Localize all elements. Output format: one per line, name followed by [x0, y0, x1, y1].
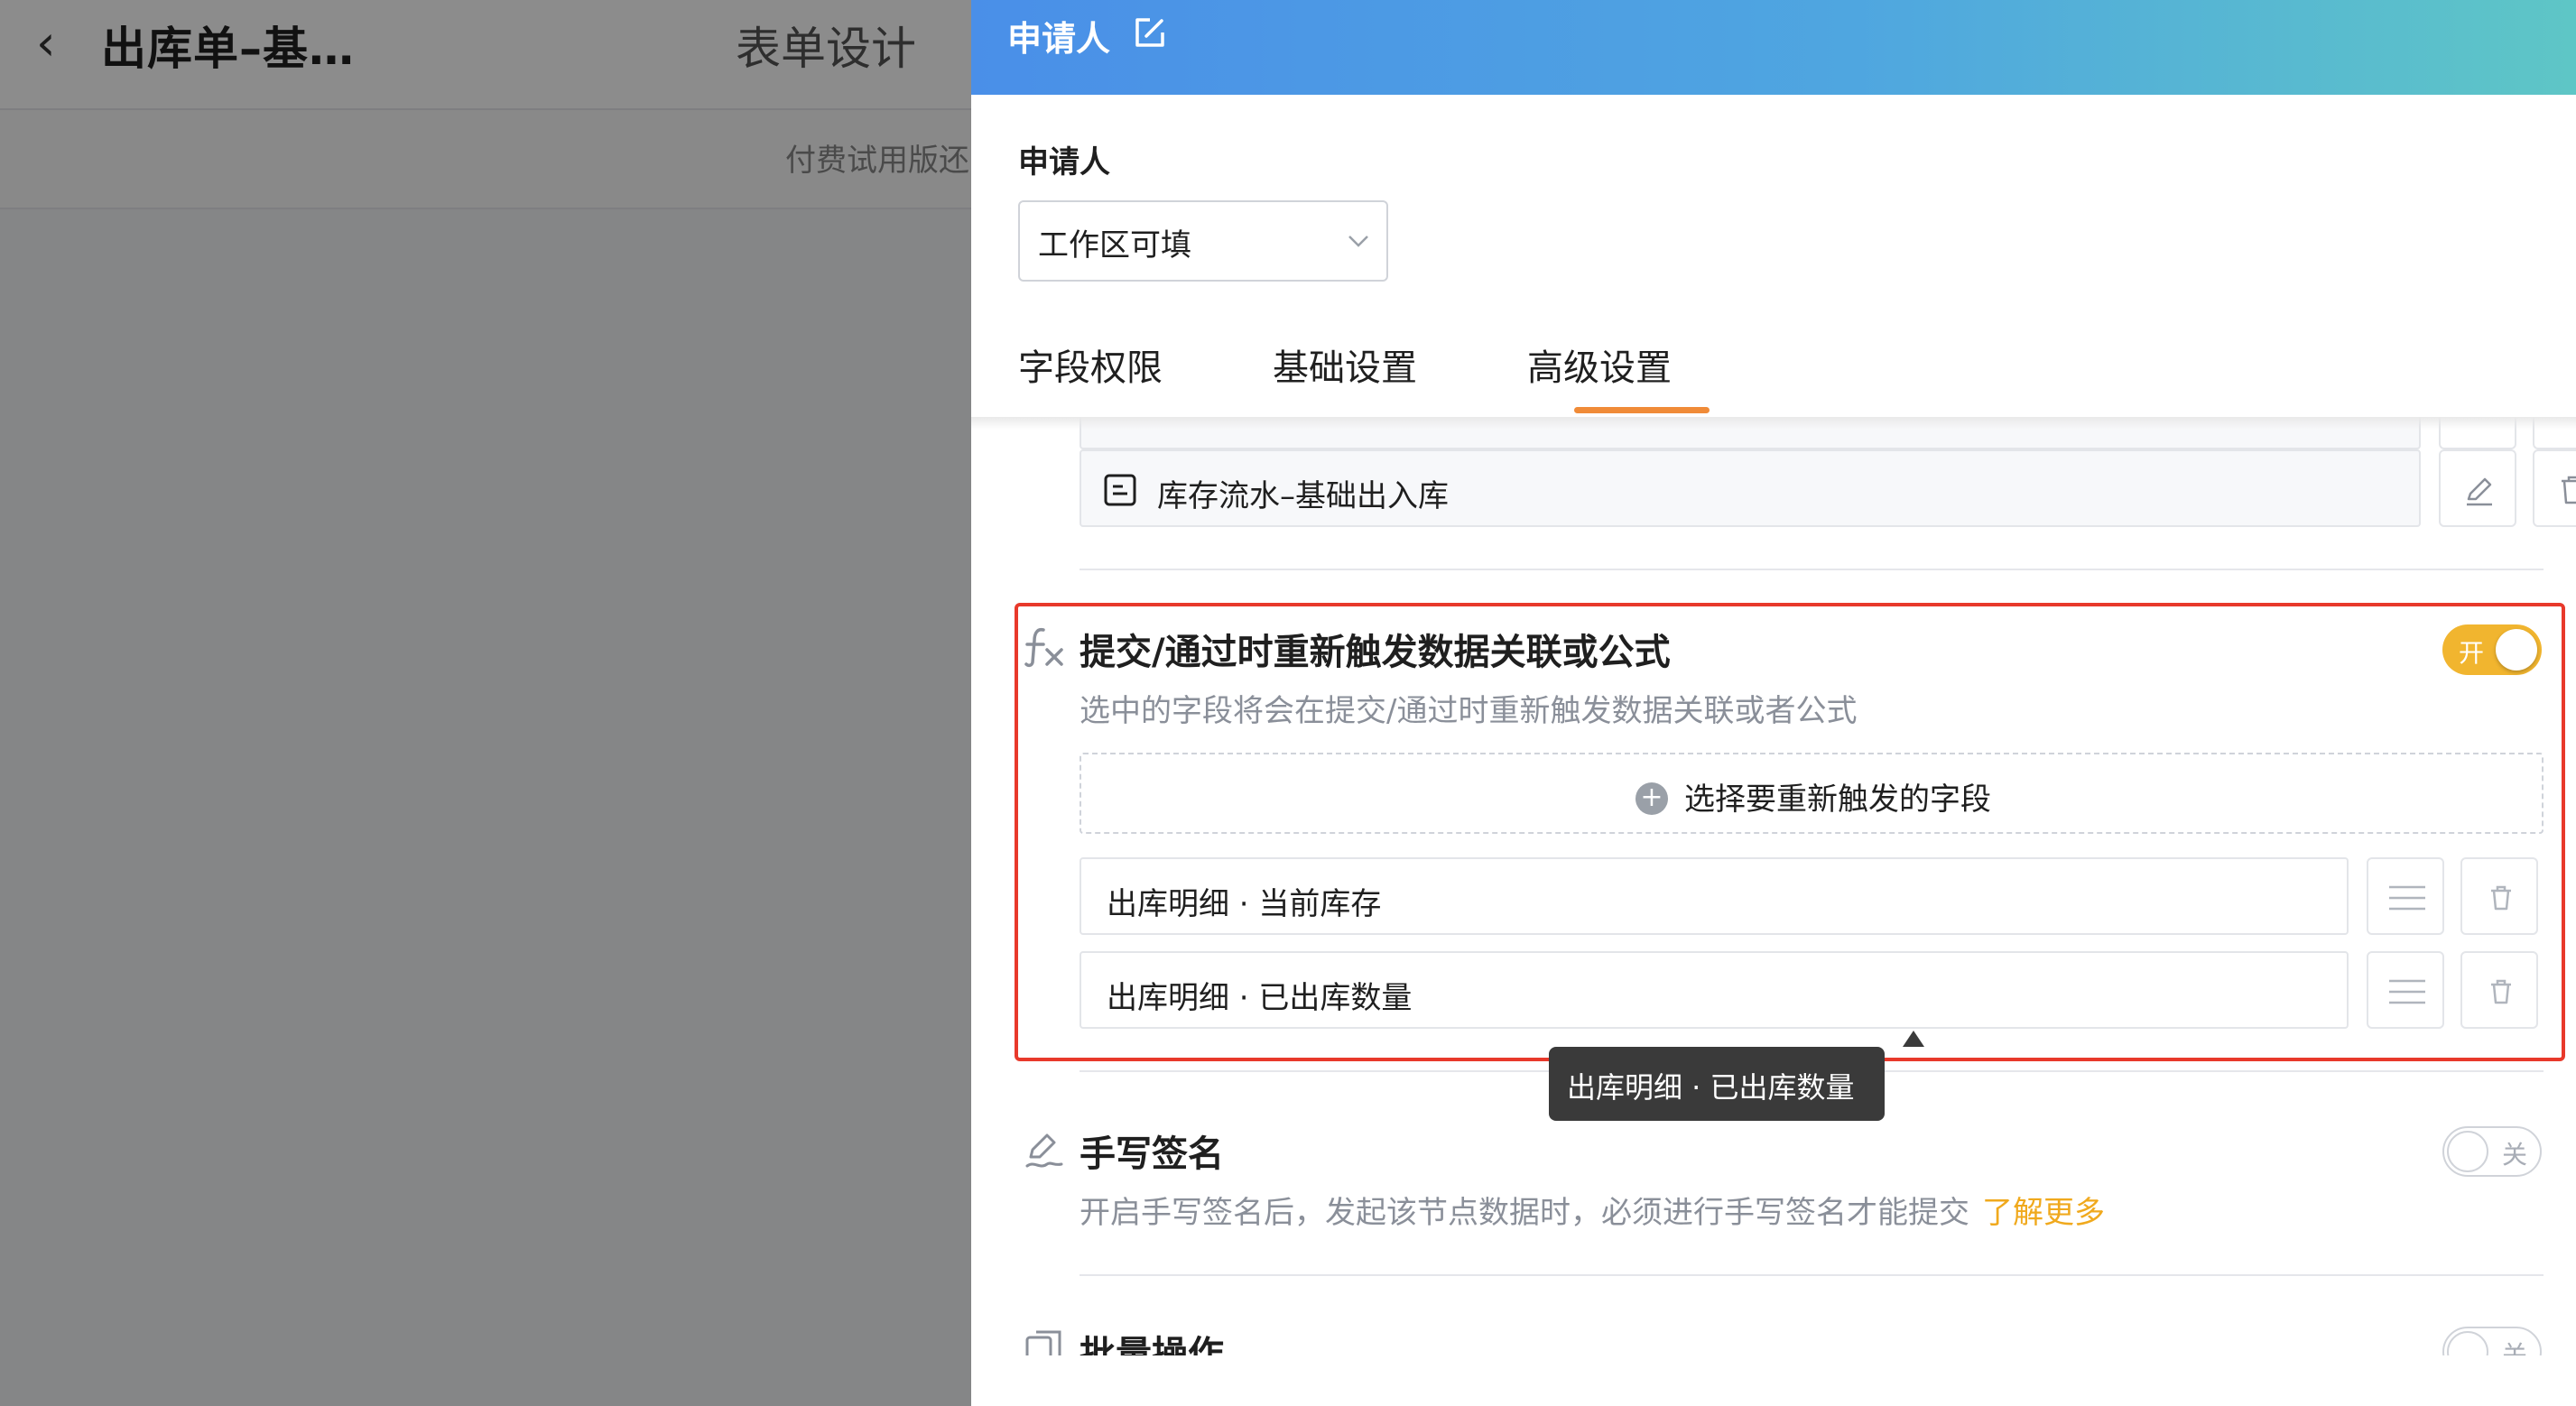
edit-icon[interactable] [1132, 14, 1168, 51]
permission-select-value: 工作区可填 [1038, 227, 1191, 264]
drag-handle[interactable] [2367, 951, 2444, 1029]
pencil-icon [2467, 477, 2492, 506]
divider [1080, 569, 2544, 570]
delete-button[interactable] [2533, 449, 2576, 527]
drawer-title: 申请人 [1007, 19, 1111, 59]
divider [1080, 1274, 2544, 1276]
edit-button[interactable] [2439, 449, 2516, 527]
delete-button[interactable] [2460, 951, 2538, 1029]
signature-description: 开启手写签名后，发起该节点数据时，必须进行手写签名才能提交 了解更多 [1080, 1188, 2105, 1232]
add-retrigger-field-button[interactable]: + 选择要重新触发的字段 [1080, 753, 2544, 834]
drag-handle[interactable] [2367, 857, 2444, 935]
signature-description-text: 开启手写签名后，发起该节点数据时，必须进行手写签名才能提交 [1080, 1195, 1969, 1231]
formula-icon [1024, 627, 1063, 668]
batch-toggle[interactable]: 关 [2442, 1327, 2542, 1355]
signature-icon [1025, 1133, 1063, 1168]
retrigger-title: 提交/通过时重新触发数据关联或公式 [1080, 632, 1671, 673]
form-icon [1104, 474, 1136, 506]
tabs-shadow [971, 417, 2576, 430]
trash-icon [2562, 476, 2576, 504]
settings-tabs: 字段权限 基础设置 高级设置 [1018, 338, 2553, 420]
toggle-label: 关 [2501, 1340, 2527, 1355]
toggle-label: 关 [2501, 1140, 2527, 1170]
batch-title: 批量操作 [1080, 1334, 1224, 1355]
retrigger-field-row: 出库明细 · 已出库数量 [1080, 951, 2349, 1029]
node-settings-drawer: 申请人 申请人 工作区可填 字段权限 基础设置 高级设置 库存流水–基础出入库 … [971, 0, 2576, 1406]
permission-select[interactable]: 工作区可填 [1018, 200, 1388, 282]
advanced-settings-panel[interactable]: 库存流水–基础出入库 提交/通过时重新触发数据关联或公式 开 选中的字段将会在提… [971, 417, 2576, 1355]
drawer-header: 申请人 [971, 0, 2576, 95]
retrigger-description: 选中的字段将会在提交/通过时重新触发数据关联或者公式 [1080, 693, 1858, 729]
drag-lines-icon [2389, 979, 2425, 1004]
plus-circle-icon: + [1635, 782, 1668, 815]
drawer-footer-area [971, 1355, 2576, 1406]
retrigger-field-label: 出库明细 · 当前库存 [1107, 886, 1382, 922]
tab-field-permission[interactable]: 字段权限 [1018, 338, 1163, 391]
trash-icon [2491, 885, 2511, 911]
toggle-knob [2447, 1131, 2488, 1172]
toggle-knob [2496, 629, 2537, 671]
chevron-down-icon [1348, 236, 1368, 247]
signature-toggle[interactable]: 关 [2442, 1126, 2542, 1177]
linked-form-label: 库存流水–基础出入库 [1157, 478, 1449, 514]
retrigger-field-row: 出库明细 · 当前库存 [1080, 857, 2349, 935]
tooltip: 出库明细 · 已出库数量 [1549, 1047, 1885, 1121]
retrigger-field-label: 出库明细 · 已出库数量 [1107, 980, 1413, 1016]
tab-advanced-settings[interactable]: 高级设置 [1527, 338, 1672, 391]
tab-basic-settings[interactable]: 基础设置 [1273, 338, 1417, 391]
add-retrigger-field-label: 选择要重新触发的字段 [1684, 782, 1991, 818]
retrigger-toggle[interactable]: 开 [2442, 624, 2542, 675]
batch-icon [1025, 1330, 1061, 1355]
signature-title: 手写签名 [1080, 1133, 1224, 1175]
toggle-label: 开 [2459, 638, 2485, 668]
tooltip-arrow [1903, 1031, 1924, 1047]
learn-more-link[interactable]: 了解更多 [1982, 1195, 2105, 1231]
linked-form-row: 库存流水–基础出入库 [1080, 449, 2421, 527]
drag-lines-icon [2389, 885, 2425, 911]
add-retrigger-field-content: + 选择要重新触发的字段 [1081, 774, 2545, 819]
trash-icon [2491, 979, 2511, 1004]
toggle-knob [2447, 1331, 2488, 1355]
tooltip-text: 出库明细 · 已出库数量 [1567, 1070, 1855, 1105]
delete-button[interactable] [2460, 857, 2538, 935]
field-label: 申请人 [1018, 144, 1110, 180]
active-tab-indicator [1574, 407, 1710, 413]
